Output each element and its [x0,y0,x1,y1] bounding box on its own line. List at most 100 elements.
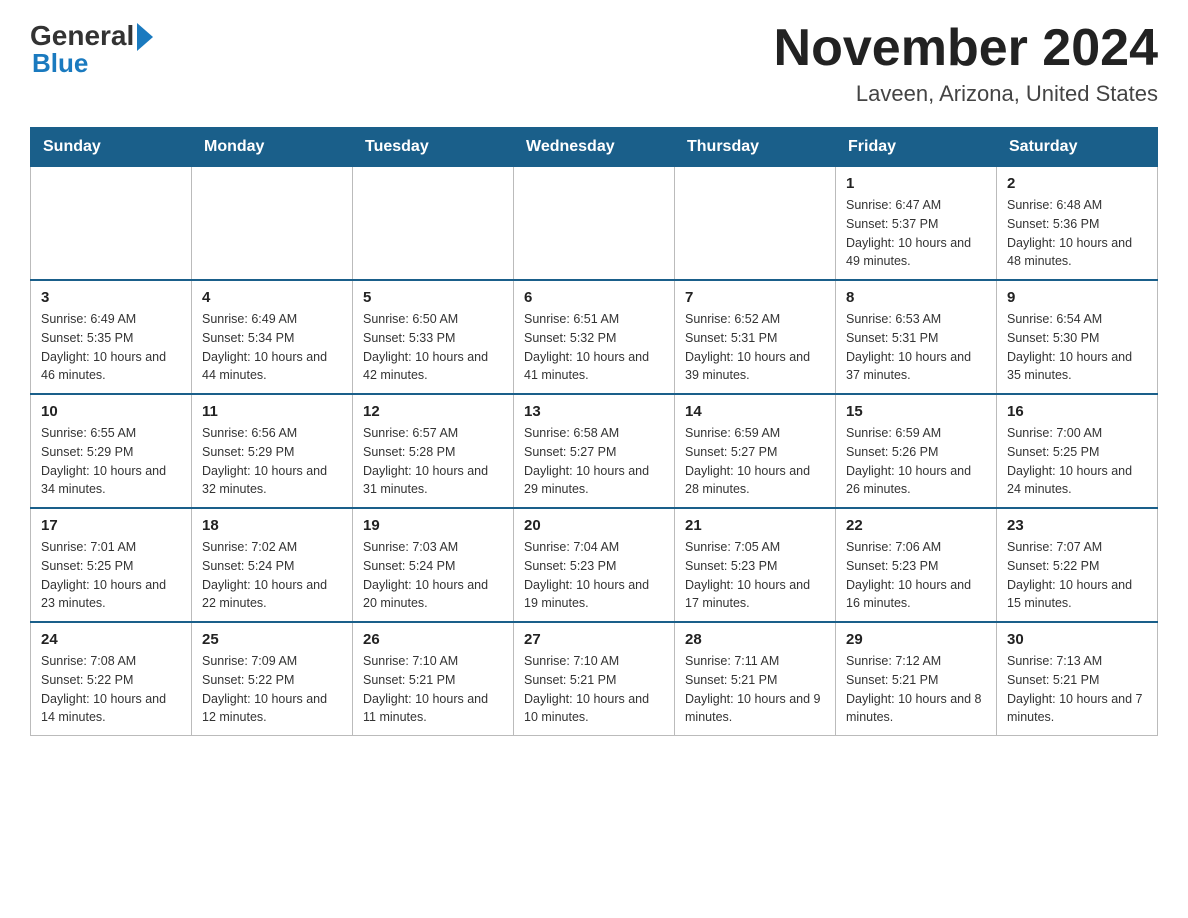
calendar-row-3: 17 Sunrise: 7:01 AMSunset: 5:25 PMDayligh… [31,508,1158,622]
calendar-cell-w0-d4 [675,167,836,281]
col-header-saturday: Saturday [997,128,1158,167]
day-number: 13 [524,403,664,420]
calendar-row-4: 24 Sunrise: 7:08 AMSunset: 5:22 PMDayligh… [31,622,1158,736]
day-info: Sunrise: 6:50 AMSunset: 5:33 PMDaylight:… [363,310,503,385]
day-info: Sunrise: 6:59 AMSunset: 5:27 PMDaylight:… [685,424,825,499]
day-info: Sunrise: 7:04 AMSunset: 5:23 PMDaylight:… [524,538,664,613]
day-info: Sunrise: 6:58 AMSunset: 5:27 PMDaylight:… [524,424,664,499]
day-info: Sunrise: 7:08 AMSunset: 5:22 PMDaylight:… [41,652,181,727]
day-info: Sunrise: 6:55 AMSunset: 5:29 PMDaylight:… [41,424,181,499]
day-info: Sunrise: 7:02 AMSunset: 5:24 PMDaylight:… [202,538,342,613]
day-info: Sunrise: 7:05 AMSunset: 5:23 PMDaylight:… [685,538,825,613]
day-number: 27 [524,631,664,648]
day-number: 6 [524,289,664,306]
day-number: 1 [846,175,986,192]
day-number: 23 [1007,517,1147,534]
day-info: Sunrise: 6:48 AMSunset: 5:36 PMDaylight:… [1007,196,1147,271]
day-info: Sunrise: 6:47 AMSunset: 5:37 PMDaylight:… [846,196,986,271]
day-info: Sunrise: 7:01 AMSunset: 5:25 PMDaylight:… [41,538,181,613]
day-number: 9 [1007,289,1147,306]
day-number: 7 [685,289,825,306]
calendar-cell-w4-d3: 27 Sunrise: 7:10 AMSunset: 5:21 PMDayligh… [514,622,675,736]
day-number: 18 [202,517,342,534]
col-header-friday: Friday [836,128,997,167]
calendar-cell-w4-d4: 28 Sunrise: 7:11 AMSunset: 5:21 PMDayligh… [675,622,836,736]
day-number: 12 [363,403,503,420]
calendar-cell-w0-d0 [31,167,192,281]
calendar-cell-w4-d5: 29Sunrise: 7:12 AMSunset: 5:21 PMDayligh… [836,622,997,736]
day-number: 21 [685,517,825,534]
day-number: 19 [363,517,503,534]
calendar-header-row: Sunday Monday Tuesday Wednesday Thursday… [31,128,1158,167]
day-info: Sunrise: 7:10 AMSunset: 5:21 PMDaylight:… [524,652,664,727]
calendar-cell-w4-d6: 30Sunrise: 7:13 AMSunset: 5:21 PMDayligh… [997,622,1158,736]
calendar-row-1: 3 Sunrise: 6:49 AMSunset: 5:35 PMDaylight… [31,280,1158,394]
calendar-cell-w2-d2: 12 Sunrise: 6:57 AMSunset: 5:28 PMDayligh… [353,394,514,508]
day-info: Sunrise: 7:13 AMSunset: 5:21 PMDaylight:… [1007,652,1147,727]
calendar-cell-w3-d1: 18 Sunrise: 7:02 AMSunset: 5:24 PMDayligh… [192,508,353,622]
day-info: Sunrise: 6:51 AMSunset: 5:32 PMDaylight:… [524,310,664,385]
calendar-cell-w3-d5: 22 Sunrise: 7:06 AMSunset: 5:23 PMDayligh… [836,508,997,622]
calendar-cell-w1-d6: 9Sunrise: 6:54 AMSunset: 5:30 PMDaylight… [997,280,1158,394]
day-info: Sunrise: 6:53 AMSunset: 5:31 PMDaylight:… [846,310,986,385]
day-number: 22 [846,517,986,534]
day-number: 15 [846,403,986,420]
calendar-cell-w0-d6: 2 Sunrise: 6:48 AMSunset: 5:36 PMDaylight… [997,167,1158,281]
calendar-cell-w2-d1: 11 Sunrise: 6:56 AMSunset: 5:29 PMDayligh… [192,394,353,508]
calendar-cell-w0-d5: 1 Sunrise: 6:47 AMSunset: 5:37 PMDaylight… [836,167,997,281]
day-info: Sunrise: 7:07 AMSunset: 5:22 PMDaylight:… [1007,538,1147,613]
day-number: 2 [1007,175,1147,192]
title-area: November 2024 Laveen, Arizona, United St… [774,20,1158,107]
calendar-cell-w2-d3: 13 Sunrise: 6:58 AMSunset: 5:27 PMDayligh… [514,394,675,508]
day-number: 16 [1007,403,1147,420]
day-info: Sunrise: 7:06 AMSunset: 5:23 PMDaylight:… [846,538,986,613]
calendar-cell-w0-d3 [514,167,675,281]
day-info: Sunrise: 7:09 AMSunset: 5:22 PMDaylight:… [202,652,342,727]
calendar-cell-w1-d5: 8Sunrise: 6:53 AMSunset: 5:31 PMDaylight… [836,280,997,394]
day-number: 17 [41,517,181,534]
day-number: 25 [202,631,342,648]
logo-blue-text: Blue [30,48,153,79]
calendar-cell-w4-d2: 26Sunrise: 7:10 AMSunset: 5:21 PMDayligh… [353,622,514,736]
day-info: Sunrise: 6:52 AMSunset: 5:31 PMDaylight:… [685,310,825,385]
day-info: Sunrise: 7:10 AMSunset: 5:21 PMDaylight:… [363,652,503,727]
col-header-tuesday: Tuesday [353,128,514,167]
day-number: 10 [41,403,181,420]
day-info: Sunrise: 6:49 AMSunset: 5:35 PMDaylight:… [41,310,181,385]
calendar-cell-w2-d6: 16 Sunrise: 7:00 AMSunset: 5:25 PMDayligh… [997,394,1158,508]
calendar-title: November 2024 [774,20,1158,77]
day-number: 20 [524,517,664,534]
day-number: 24 [41,631,181,648]
logo-arrow-icon [137,23,153,51]
calendar-cell-w3-d2: 19 Sunrise: 7:03 AMSunset: 5:24 PMDayligh… [353,508,514,622]
calendar-cell-w1-d2: 5 Sunrise: 6:50 AMSunset: 5:33 PMDaylight… [353,280,514,394]
day-info: Sunrise: 7:03 AMSunset: 5:24 PMDaylight:… [363,538,503,613]
day-number: 4 [202,289,342,306]
day-number: 29 [846,631,986,648]
day-info: Sunrise: 6:57 AMSunset: 5:28 PMDaylight:… [363,424,503,499]
calendar-cell-w3-d3: 20 Sunrise: 7:04 AMSunset: 5:23 PMDayligh… [514,508,675,622]
calendar-cell-w1-d4: 7 Sunrise: 6:52 AMSunset: 5:31 PMDaylight… [675,280,836,394]
header: General Blue November 2024 Laveen, Arizo… [30,20,1158,107]
calendar-cell-w2-d5: 15 Sunrise: 6:59 AMSunset: 5:26 PMDayligh… [836,394,997,508]
day-number: 28 [685,631,825,648]
col-header-monday: Monday [192,128,353,167]
day-info: Sunrise: 7:11 AMSunset: 5:21 PMDaylight:… [685,652,825,727]
calendar-cell-w1-d1: 4Sunrise: 6:49 AMSunset: 5:34 PMDaylight… [192,280,353,394]
calendar-cell-w2-d0: 10 Sunrise: 6:55 AMSunset: 5:29 PMDayligh… [31,394,192,508]
calendar-cell-w3-d4: 21 Sunrise: 7:05 AMSunset: 5:23 PMDayligh… [675,508,836,622]
day-info: Sunrise: 7:00 AMSunset: 5:25 PMDaylight:… [1007,424,1147,499]
calendar-cell-w1-d3: 6 Sunrise: 6:51 AMSunset: 5:32 PMDaylight… [514,280,675,394]
day-info: Sunrise: 6:59 AMSunset: 5:26 PMDaylight:… [846,424,986,499]
calendar-cell-w4-d0: 24 Sunrise: 7:08 AMSunset: 5:22 PMDayligh… [31,622,192,736]
calendar-cell-w0-d2 [353,167,514,281]
calendar-cell-w2-d4: 14 Sunrise: 6:59 AMSunset: 5:27 PMDayligh… [675,394,836,508]
calendar-cell-w3-d0: 17 Sunrise: 7:01 AMSunset: 5:25 PMDayligh… [31,508,192,622]
day-number: 3 [41,289,181,306]
day-number: 11 [202,403,342,420]
calendar-cell-w3-d6: 23 Sunrise: 7:07 AMSunset: 5:22 PMDayligh… [997,508,1158,622]
logo: General Blue [30,20,153,79]
day-number: 14 [685,403,825,420]
day-number: 5 [363,289,503,306]
day-info: Sunrise: 6:56 AMSunset: 5:29 PMDaylight:… [202,424,342,499]
